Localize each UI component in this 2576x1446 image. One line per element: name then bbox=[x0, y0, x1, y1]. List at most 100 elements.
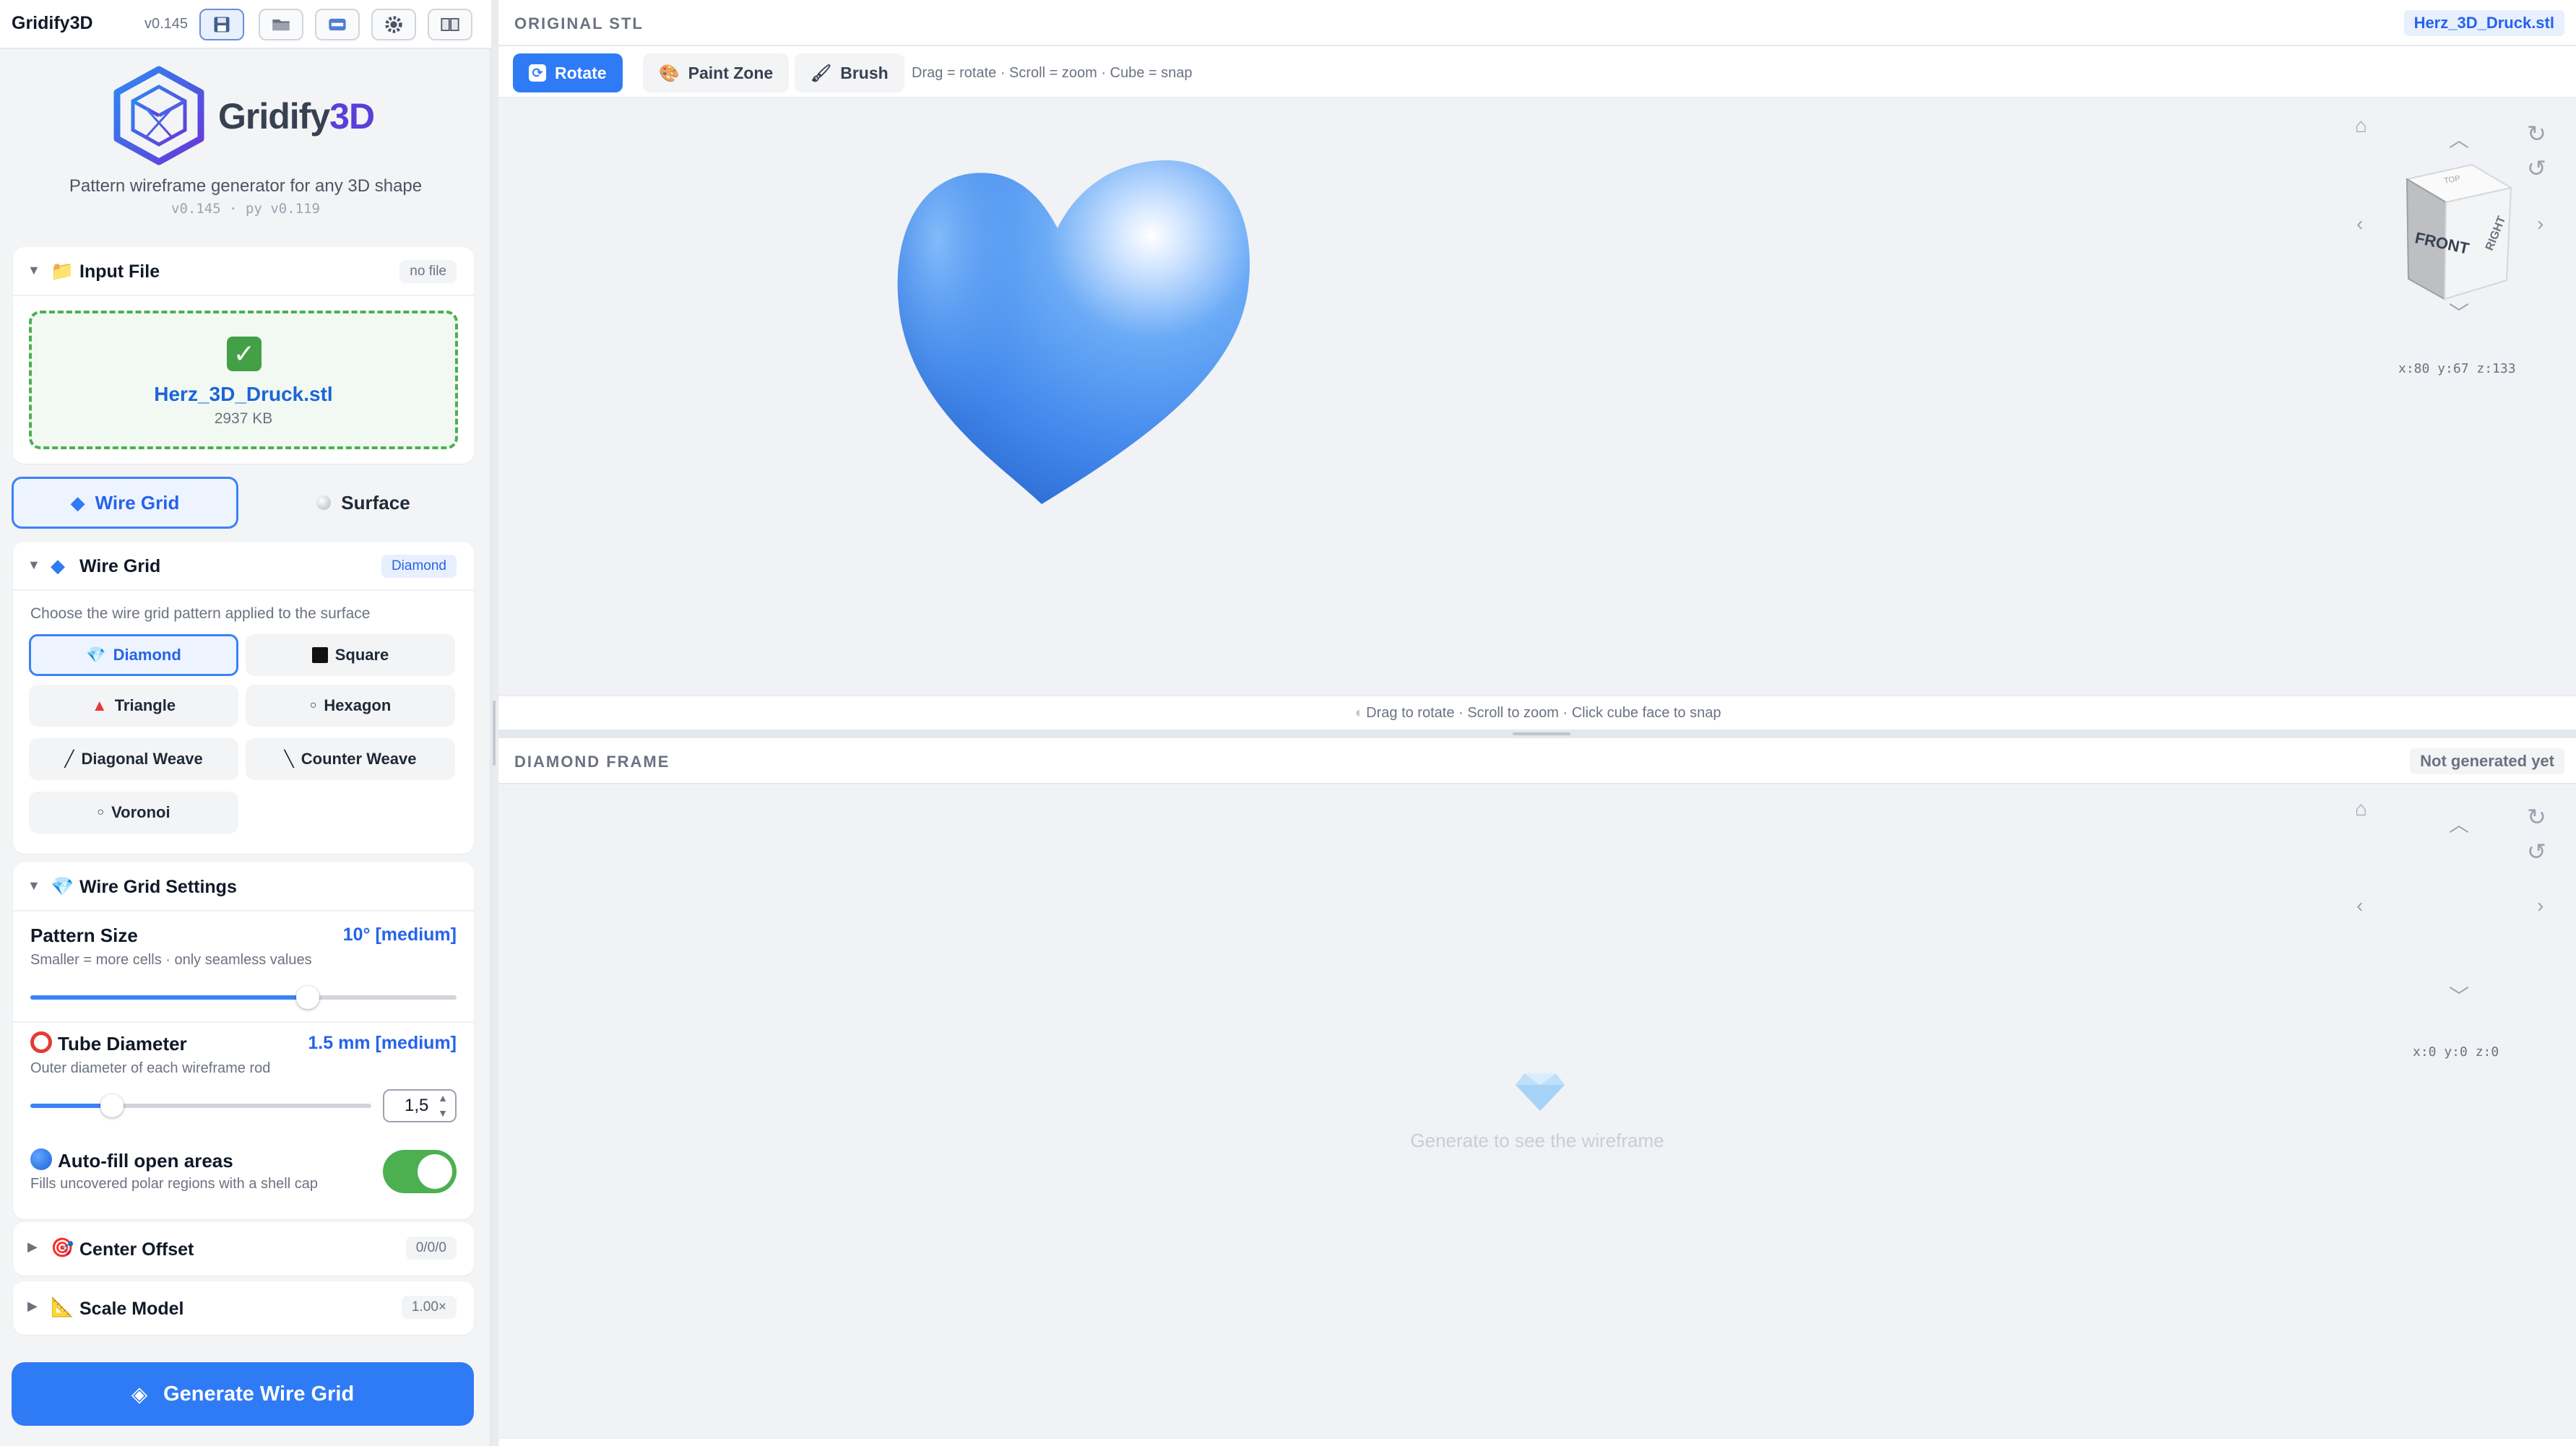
chevron-right-icon[interactable]: › bbox=[2537, 894, 2543, 917]
gem-icon: 💎 bbox=[86, 646, 106, 664]
collapse-caret-icon: ▼ bbox=[27, 878, 40, 893]
original-stl-header: ORIGINAL STL Herz_3D_Druck.stl bbox=[498, 0, 2576, 46]
collapse-caret-icon: ▼ bbox=[27, 263, 40, 277]
pattern-size-slider[interactable] bbox=[30, 986, 457, 1009]
splitter-grip[interactable] bbox=[493, 701, 496, 766]
stepper-arrows-icon[interactable]: ▲ ▼ bbox=[438, 1091, 448, 1121]
splitter-grip[interactable] bbox=[1513, 732, 1570, 735]
input-file-card: ▼ 📁 Input File no file ✓ Herz_3D_Druck.s… bbox=[13, 247, 474, 464]
scale-model-title: Scale Model bbox=[79, 1299, 184, 1319]
wire-grid-card: ▼ ◆ Wire Grid Diamond Choose the wire gr… bbox=[13, 542, 474, 854]
pattern-size-label: Pattern Size bbox=[30, 925, 138, 946]
open-button[interactable] bbox=[259, 9, 303, 40]
blue-circle-icon bbox=[30, 1148, 52, 1170]
scale-model-badge: 1.00× bbox=[401, 1296, 457, 1319]
new-button[interactable] bbox=[315, 9, 360, 40]
rotate-tool-button[interactable]: ⟳ Rotate bbox=[513, 53, 623, 92]
chevron-left-icon[interactable]: ‹ bbox=[2356, 212, 2363, 235]
viewer-caption-bar: ◖ Drag to rotate · Scroll to zoom · Clic… bbox=[498, 695, 2576, 730]
chevron-up-icon[interactable]: ︿ bbox=[2449, 809, 2469, 838]
wire-grid-header[interactable]: ▼ ◆ Wire Grid Diamond bbox=[13, 542, 474, 589]
pattern-diagonal-weave-button[interactable]: ╱ Diagonal Weave bbox=[29, 738, 238, 780]
divider bbox=[13, 1021, 474, 1023]
new-icon bbox=[329, 18, 346, 31]
tube-diameter-input[interactable]: 1,5 ▲ ▼ bbox=[383, 1089, 457, 1122]
diamond-icon: ◆ bbox=[51, 555, 65, 576]
generate-wire-grid-button[interactable]: ◈ Generate Wire Grid bbox=[12, 1362, 474, 1426]
slider-thumb[interactable] bbox=[295, 986, 319, 1009]
pattern-label: Square bbox=[334, 646, 389, 664]
diamond-outline-icon: ◈ bbox=[131, 1382, 148, 1406]
input-file-header[interactable]: ▼ 📁 Input File no file bbox=[13, 247, 474, 295]
view-cube[interactable]: TOP FRONT RIGHT bbox=[2369, 157, 2543, 316]
docs-button[interactable] bbox=[428, 9, 472, 40]
save-button[interactable] bbox=[199, 9, 244, 40]
divider bbox=[13, 295, 474, 296]
home-icon[interactable]: ⌂ bbox=[2355, 114, 2367, 137]
pattern-triangle-button[interactable]: ▲ Triangle bbox=[29, 685, 238, 727]
file-name: Herz_3D_Druck.stl bbox=[154, 383, 333, 405]
mode-wire-grid-button[interactable]: ◆ Wire Grid bbox=[12, 477, 238, 529]
pattern-voronoi-button[interactable]: ○ Voronoi bbox=[29, 792, 238, 834]
paint-zone-tool-button[interactable]: 🎨 Paint Zone bbox=[643, 53, 790, 92]
input-file-title: Input File bbox=[79, 261, 160, 282]
wire-grid-badge: Diamond bbox=[381, 555, 457, 578]
sphere-icon bbox=[316, 495, 332, 510]
heart-model[interactable] bbox=[887, 136, 1263, 540]
pattern-square-button[interactable]: Square bbox=[246, 634, 455, 676]
mode-surface-button[interactable]: Surface bbox=[250, 477, 477, 529]
slider-fill bbox=[30, 1104, 113, 1108]
vertical-splitter[interactable] bbox=[491, 0, 498, 1446]
settings-button[interactable] bbox=[371, 9, 416, 40]
mode-surface-label: Surface bbox=[341, 491, 410, 514]
wire-grid-hint: Choose the wire grid pattern applied to … bbox=[30, 605, 371, 622]
pattern-diamond-button[interactable]: 💎 Diamond bbox=[29, 634, 238, 676]
horizontal-splitter[interactable] bbox=[498, 730, 2576, 738]
chevron-left-icon[interactable]: ‹ bbox=[2356, 894, 2363, 917]
original-stl-viewport[interactable]: ⌂ ︿ ‹ › ﹀ ↻ ↺ TOP FRONT RIGHT x:80 y:67 … bbox=[498, 98, 2576, 695]
diamond-frame-title: DIAMOND FRAME bbox=[514, 753, 670, 771]
expand-caret-icon: ▶ bbox=[27, 1299, 38, 1313]
settings-title: Wire Grid Settings bbox=[79, 877, 237, 897]
counter-diagonal-icon: ╲ bbox=[284, 750, 294, 768]
sidebar: Gridify3D v0.145 Gridify3D Pattern wiref… bbox=[0, 0, 491, 1446]
viewer-caption-text: Drag to rotate · Scroll to zoom · Click … bbox=[1366, 705, 1721, 721]
rotate-cw-icon[interactable]: ↻ bbox=[2527, 803, 2546, 831]
gem-icon: 💎 bbox=[51, 875, 74, 897]
pattern-counter-weave-button[interactable]: ╲ Counter Weave bbox=[246, 738, 455, 780]
gridify3d-logo-icon bbox=[113, 66, 204, 165]
settings-header[interactable]: ▼ 💎 Wire Grid Settings bbox=[13, 862, 474, 910]
scale-model-header[interactable]: ▶ 📐 Scale Model 1.00× bbox=[13, 1281, 474, 1329]
chevron-down-icon[interactable]: ﹀ bbox=[2449, 981, 2469, 1010]
generate-label: Generate Wire Grid bbox=[163, 1382, 355, 1406]
versions-line: v0.145 · py v0.119 bbox=[171, 201, 320, 217]
tube-diameter-sub: Outer diameter of each wireframe rod bbox=[30, 1060, 271, 1076]
logo-text-main: Gridify bbox=[218, 96, 330, 137]
pattern-label: Voronoi bbox=[111, 803, 170, 821]
logo-wordmark: Gridify3D bbox=[218, 95, 375, 137]
rotate-ccw-icon[interactable]: ↺ bbox=[2527, 838, 2546, 865]
paint-zone-tool-label: Paint Zone bbox=[688, 63, 774, 82]
slider-fill bbox=[30, 995, 308, 1000]
rotate-cw-icon[interactable]: ↻ bbox=[2527, 120, 2546, 147]
center-offset-title: Center Offset bbox=[79, 1239, 194, 1260]
tube-diameter-slider[interactable] bbox=[30, 1094, 371, 1117]
mouse-icon: ◖ bbox=[1353, 705, 1362, 721]
pattern-hexagon-button[interactable]: ○ Hexagon bbox=[246, 685, 455, 727]
slider-thumb[interactable] bbox=[100, 1094, 124, 1117]
empty-state-text: Generate to see the wireframe bbox=[1410, 1130, 1664, 1151]
chevron-up-icon[interactable]: ︿ bbox=[2449, 124, 2469, 153]
pattern-size-sub: Smaller = more cells · only seamless val… bbox=[30, 952, 312, 968]
pattern-label: Diamond bbox=[113, 646, 181, 664]
center-offset-header[interactable]: ▶ 🎯 Center Offset 0/0/0 bbox=[13, 1222, 474, 1270]
center-offset-card[interactable]: ▶ 🎯 Center Offset 0/0/0 bbox=[13, 1222, 474, 1276]
app-name: Gridify3D bbox=[12, 13, 93, 33]
autofill-toggle[interactable] bbox=[383, 1150, 457, 1193]
file-drop-zone[interactable]: ✓ Herz_3D_Druck.stl 2937 KB bbox=[29, 311, 458, 449]
square-icon bbox=[311, 647, 328, 663]
brush-tool-button[interactable]: 🖌 Brush bbox=[795, 53, 904, 92]
palette-icon: 🎨 bbox=[659, 63, 680, 82]
scale-model-card[interactable]: ▶ 📐 Scale Model 1.00× bbox=[13, 1281, 474, 1335]
home-icon[interactable]: ⌂ bbox=[2355, 797, 2367, 821]
viewer-tool-row: ⟳ Rotate 🎨 Paint Zone 🖌 Brush Drag = rot… bbox=[498, 46, 2576, 98]
